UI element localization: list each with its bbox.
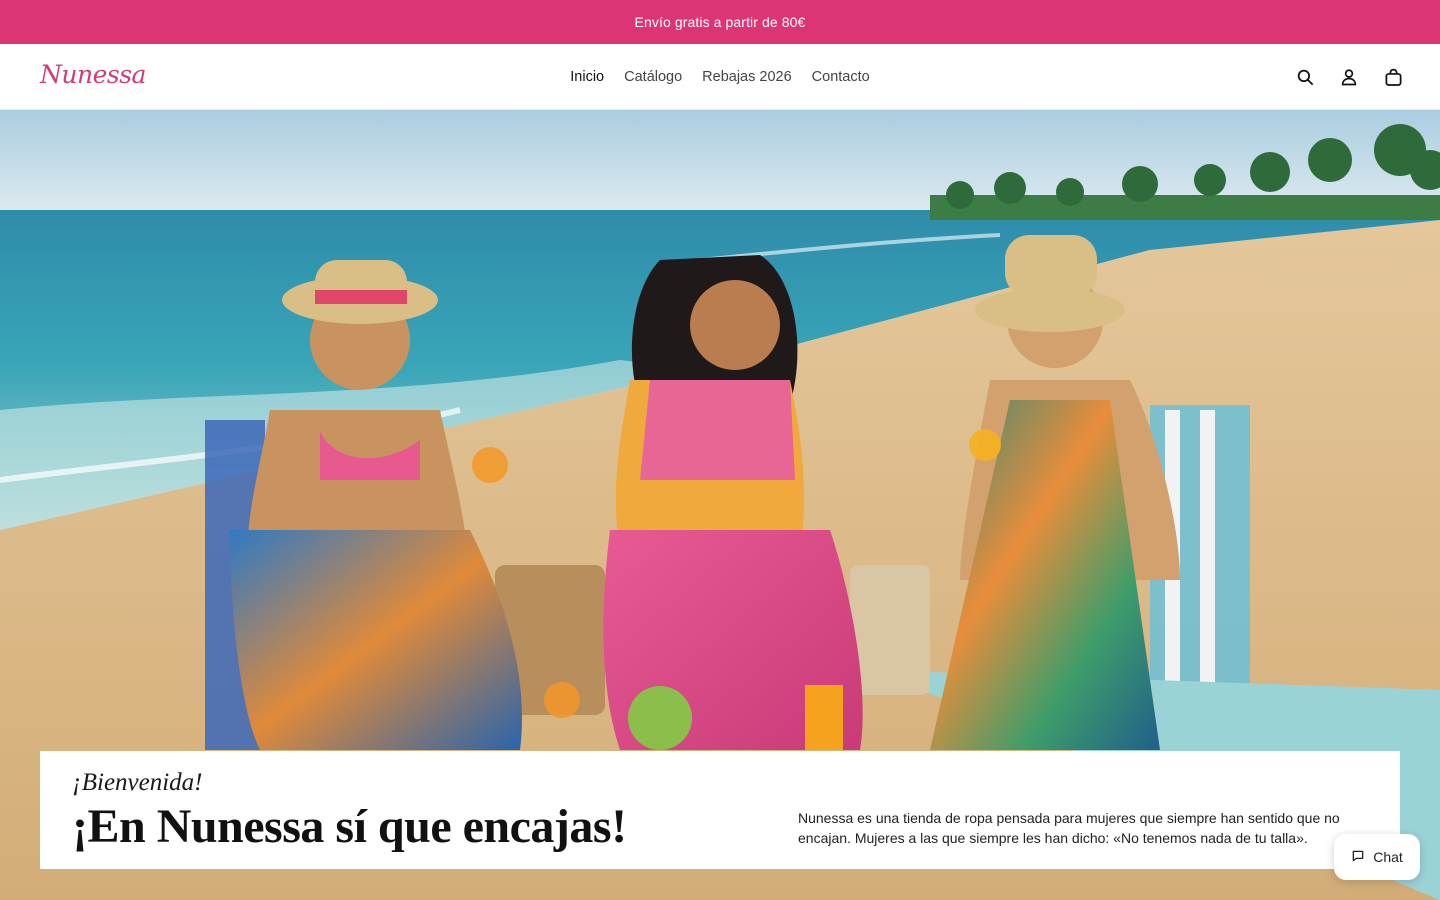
announcement-bar: Envío gratis a partir de 80€ [0,0,1440,44]
hero-description: Nunessa es una tienda de ropa pensada pa… [798,810,1340,846]
nav-item-rebajas[interactable]: Rebajas 2026 [702,69,792,85]
header-actions [1294,44,1404,110]
nav-item-catalogo[interactable]: Catálogo [624,69,682,85]
chat-bubble-icon [1351,849,1365,866]
logo[interactable]: Nunessa [40,60,146,89]
main-nav: Inicio Catálogo Rebajas 2026 Contacto [0,44,1440,110]
search-icon[interactable] [1294,66,1316,88]
announcement-text: Envío gratis a partir de 80€ [634,14,806,30]
site-header: Nunessa Inicio Catálogo Rebajas 2026 Con… [0,44,1440,110]
nav-item-inicio[interactable]: Inicio [570,69,604,85]
account-icon[interactable] [1338,66,1360,88]
chat-label: Chat [1373,849,1403,865]
welcome-card: ¡Bienvenida! ¡En Nunessa sí que encajas!… [40,751,1400,869]
cart-icon[interactable] [1382,66,1404,88]
welcome-eyebrow: ¡Bienvenida! [72,769,203,796]
hero-headline: ¡En Nunessa sí que encajas! [72,800,627,853]
nav-item-contacto[interactable]: Contacto [812,69,870,85]
chat-button[interactable]: Chat [1334,834,1420,880]
